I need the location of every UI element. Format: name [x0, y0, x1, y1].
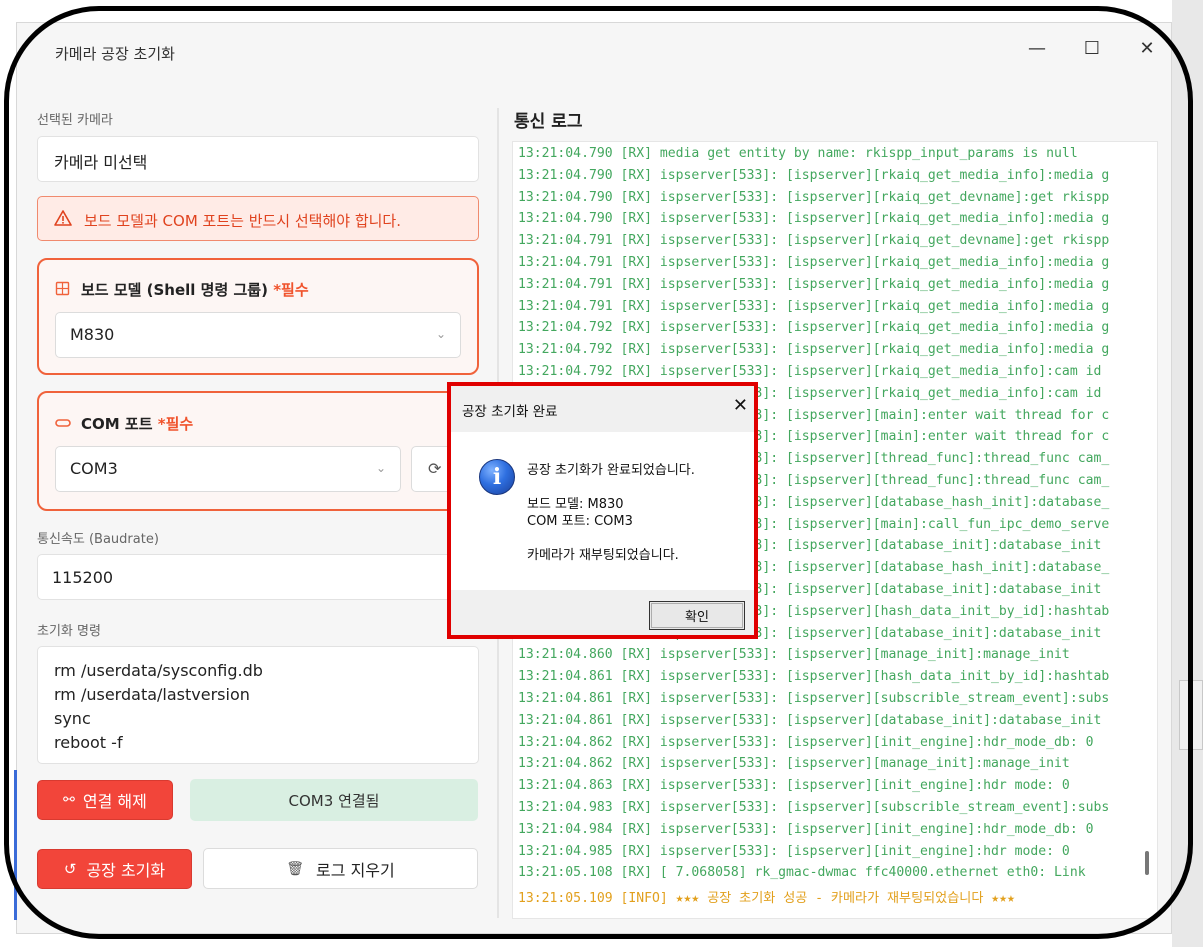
refresh-icon: ⟳ [428, 459, 442, 478]
close-button[interactable]: ✕ [1127, 33, 1167, 63]
trash-icon: 🗑 [286, 860, 305, 877]
log-line: 13:21:04.861 [RX] ispserver[533]: [ispse… [518, 691, 1110, 706]
log-line: 13:21:04.790 [RX] media get entity by na… [518, 146, 1078, 161]
log-title: 통신 로그 [514, 112, 583, 132]
command-line: rm /userdata/lastversion [54, 685, 250, 704]
dialog-ok-button[interactable]: 확인 [649, 601, 745, 630]
command-line: reboot -f [54, 733, 123, 752]
info-icon: i [479, 459, 515, 495]
disconnect-button[interactable]: ⚯ 연결 해제 [37, 780, 173, 820]
log-line: 13:21:04.792 [RX] ispserver[533]: [ispse… [518, 364, 1102, 379]
log-line: 13:21:04.791 [RX] ispserver[533]: [ispse… [518, 276, 1110, 292]
init-command-lines: rm /userdata/sysconfig.db rm /userdata/l… [54, 659, 263, 755]
warning-icon [54, 210, 72, 226]
log-info-line: 13:21:05.109 [INFO] ★★★ 공장 초기화 성공 - 카메라가… [518, 891, 1015, 907]
baudrate-label: 통신속도 (Baudrate) [37, 532, 159, 547]
com-port-group: COM 포트 *필수 COM3 ⌄ ⟳ [37, 391, 479, 511]
reset-icon: ↺ [63, 860, 77, 878]
factory-reset-button[interactable]: ↺ 공장 초기화 [37, 849, 192, 889]
chevron-down-icon: ⌄ [375, 461, 386, 475]
log-line: 13:21:04.792 [RX] ispserver[533]: [ispse… [518, 342, 1110, 358]
log-line: 13:21:04.790 [RX] ispserver[533]: [ispse… [518, 211, 1110, 227]
init-command-label: 초기화 명령 [37, 624, 101, 639]
board-model-title: 보드 모델 (Shell 명령 그룹) *필수 [81, 281, 309, 299]
dialog-com-line: COM 포트: COM3 [527, 514, 633, 529]
command-line: sync [54, 709, 91, 728]
baudrate-field[interactable]: 115200 [37, 554, 479, 600]
maximize-button[interactable]: ☐ [1072, 33, 1112, 63]
board-icon [55, 281, 70, 296]
log-line: 13:21:04.862 [RX] ispserver[533]: [ispse… [518, 734, 1094, 750]
background-window-scrollbar [1179, 680, 1203, 750]
disconnect-label: 연결 해제 [82, 792, 147, 811]
unlink-icon: ⚯ [63, 792, 75, 808]
board-model-group: 보드 모델 (Shell 명령 그룹) *필수 M830 ⌄ [37, 258, 479, 375]
log-line: 13:21:04.790 [RX] ispserver[533]: [ispse… [518, 167, 1110, 183]
minimize-button[interactable]: — [1017, 33, 1057, 63]
com-port-value: COM3 [70, 459, 118, 478]
log-line: 13:21:04.863 [RX] ispserver[533]: [ispse… [518, 778, 1070, 794]
log-line: 13:21:04.985 [RX] ispserver[533]: [ispse… [518, 843, 1070, 859]
log-line: 13:21:04.862 [RX] ispserver[533]: [ispse… [518, 756, 1070, 772]
log-line: 13:21:04.861 [RX] ispserver[533]: [ispse… [518, 669, 1110, 685]
log-line: 13:21:04.791 [RX] ispserver[533]: [ispse… [518, 255, 1110, 270]
command-line: rm /userdata/sysconfig.db [54, 661, 263, 680]
dialog-close-button[interactable]: ✕ [733, 395, 748, 416]
dialog-message: 공장 초기화가 완료되었습니다. [527, 463, 695, 478]
desktop-background [1172, 0, 1203, 947]
connection-status: COM3 연결됨 [190, 779, 478, 821]
dialog-title: 공장 초기화 완료 [462, 404, 558, 420]
log-line: 13:21:04.790 [RX] ispserver[533]: [ispse… [518, 189, 1110, 205]
completion-dialog: 공장 초기화 완료 ✕ i 공장 초기화가 완료되었습니다. 보드 모델: M8… [447, 382, 758, 639]
port-icon [55, 419, 71, 427]
factory-reset-label: 공장 초기화 [86, 861, 166, 880]
warning-text: 보드 모델과 COM 포트는 반드시 선택해야 합니다. [84, 212, 402, 230]
camera-value: 카메라 미선택 [54, 153, 148, 172]
log-line: 13:21:04.791 [RX] ispserver[533]: [ispse… [518, 233, 1110, 249]
window-title: 카메라 공장 초기화 [55, 45, 175, 63]
chevron-down-icon: ⌄ [435, 327, 446, 341]
warning-banner: 보드 모델과 COM 포트는 반드시 선택해야 합니다. [37, 196, 479, 241]
log-line: 13:21:04.984 [RX] ispserver[533]: [ispse… [518, 821, 1094, 837]
window-accent-edge [14, 770, 17, 920]
init-command-textarea[interactable]: rm /userdata/sysconfig.db rm /userdata/l… [37, 646, 479, 764]
com-port-select[interactable]: COM3 ⌄ [55, 446, 401, 492]
camera-field: 카메라 미선택 [37, 136, 479, 182]
clear-log-label: 로그 지우기 [316, 860, 395, 880]
board-model-value: M830 [70, 325, 115, 344]
title-bar: 카메라 공장 초기화 — ☐ ✕ [17, 23, 1171, 79]
log-scrollbar-thumb[interactable] [1145, 851, 1149, 875]
board-model-select[interactable]: M830 ⌄ [55, 312, 461, 358]
dialog-reboot-line: 카메라가 재부팅되었습니다. [527, 548, 679, 563]
camera-label: 선택된 카메라 [37, 113, 113, 128]
connection-status-text: COM3 연결됨 [288, 791, 380, 810]
baudrate-value: 115200 [52, 568, 114, 587]
log-line: 13:21:04.791 [RX] ispserver[533]: [ispse… [518, 298, 1110, 314]
com-port-title: COM 포트 *필수 [81, 415, 194, 433]
log-line: 13:21:04.860 [RX] ispserver[533]: [ispse… [518, 647, 1070, 663]
log-line: 13:21:05.108 [RX] [ 7.068058] rk_gmac-dw… [518, 865, 1086, 881]
dialog-body: i 공장 초기화가 완료되었습니다. 보드 모델: M830 COM 포트: C… [451, 432, 754, 590]
log-line: 13:21:04.792 [RX] ispserver[533]: [ispse… [518, 320, 1110, 336]
log-line: 13:21:04.861 [RX] ispserver[533]: [ispse… [518, 712, 1102, 728]
log-line: 13:21:04.983 [RX] ispserver[533]: [ispse… [518, 800, 1110, 815]
clear-log-button[interactable]: 🗑 로그 지우기 [203, 848, 478, 889]
